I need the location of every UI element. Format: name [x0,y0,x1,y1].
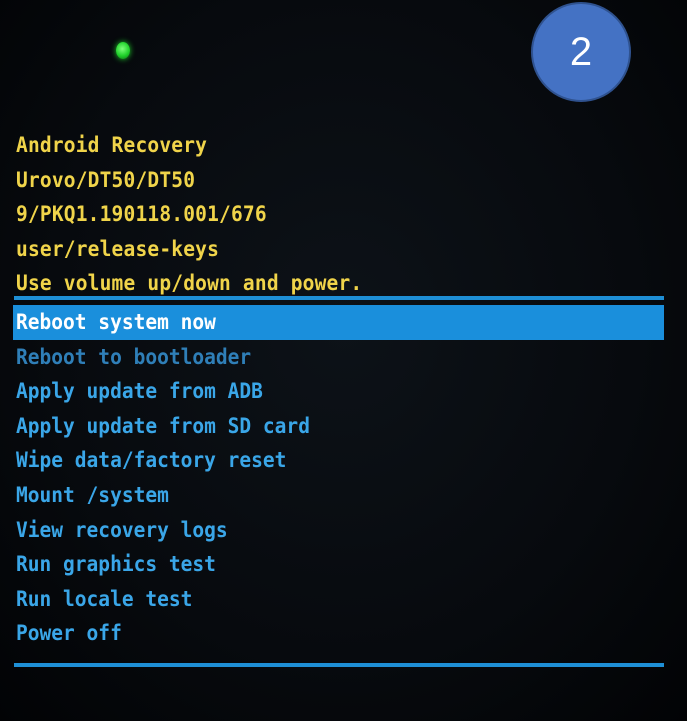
recovery-header: Android Recovery Urovo/DT50/DT50 9/PKQ1.… [16,128,362,301]
menu-item-reboot-system[interactable]: Reboot system now [13,305,664,340]
menu-item-graphics-test[interactable]: Run graphics test [0,547,687,582]
header-build: 9/PKQ1.190118.001/676 [16,202,267,226]
menu-item-label: Wipe data/factory reset [16,448,287,473]
menu-item-apply-update-sd[interactable]: Apply update from SD card [0,409,687,444]
header-device: Urovo/DT50/DT50 [16,167,196,192]
menu-item-view-logs[interactable]: View recovery logs [0,513,687,548]
status-led-icon [116,42,130,59]
menu-item-label: Mount /system [16,482,169,507]
menu-item-label: Power off [16,621,122,646]
menu-item-label: Apply update from SD card [16,413,310,438]
menu-item-apply-update-adb[interactable]: Apply update from ADB [0,374,687,409]
menu-top-divider [14,296,664,300]
menu-item-label: Run locale test [16,586,193,611]
menu-item-wipe-data[interactable]: Wipe data/factory reset [0,443,687,478]
menu-item-power-off[interactable]: Power off [0,616,687,651]
recovery-menu: Reboot system now Reboot to bootloader A… [0,305,687,651]
menu-item-label: Run graphics test [16,552,216,577]
menu-item-mount-system[interactable]: Mount /system [0,478,687,513]
step-number-badge: 2 [531,2,631,102]
menu-item-locale-test[interactable]: Run locale test [0,582,687,617]
header-keys: user/release-keys [16,236,220,261]
header-title: Android Recovery [16,133,208,157]
menu-item-reboot-bootloader[interactable]: Reboot to bootloader [0,340,687,375]
menu-bottom-divider [14,663,664,667]
menu-item-label: Reboot system now [16,310,216,334]
recovery-screen: 2 Android Recovery Urovo/DT50/DT50 9/PKQ… [0,0,687,721]
menu-item-label: Reboot to bootloader [16,344,252,369]
menu-item-label: View recovery logs [16,517,228,542]
menu-item-label: Apply update from ADB [16,379,263,404]
